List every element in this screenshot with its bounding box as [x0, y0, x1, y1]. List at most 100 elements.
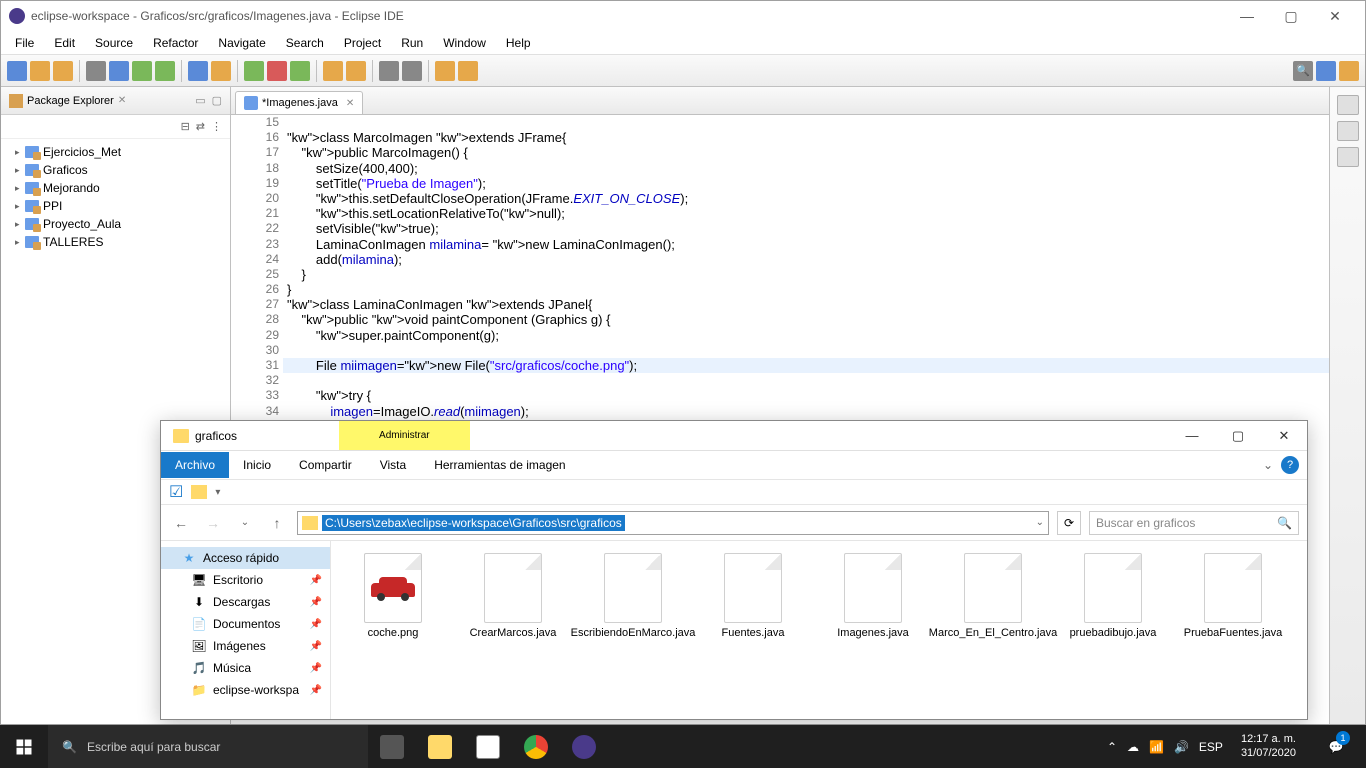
help-icon[interactable]: ? — [1281, 456, 1299, 474]
menu-navigate[interactable]: Navigate — [208, 34, 275, 52]
file-item[interactable]: Fuentes.java — [707, 553, 799, 639]
sidebar-item[interactable]: 🎵Música📌 — [161, 657, 330, 679]
new-icon[interactable] — [7, 61, 27, 81]
menu-search[interactable]: Search — [276, 34, 334, 52]
taskbar-chrome-icon[interactable] — [512, 725, 560, 768]
nav-forward-icon[interactable]: → — [201, 511, 225, 535]
search-icon[interactable] — [346, 61, 366, 81]
file-list[interactable]: coche.png CrearMarcos.java EscribiendoEnMa… — [331, 541, 1307, 719]
toggle-block-icon[interactable] — [402, 61, 422, 81]
file-item[interactable]: CrearMarcos.java — [467, 553, 559, 639]
taskbar-eclipse-icon[interactable] — [560, 725, 608, 768]
save-icon[interactable] — [30, 61, 50, 81]
external-tools-icon[interactable] — [290, 61, 310, 81]
debug-icon[interactable] — [109, 61, 129, 81]
tab-vista[interactable]: Vista — [366, 452, 420, 478]
maximize-button[interactable]: ▢ — [1269, 1, 1313, 31]
toggle-mark-icon[interactable] — [379, 61, 399, 81]
tray-wifi-icon[interactable]: 📶 — [1149, 740, 1164, 754]
ribbon-contextual-tab[interactable]: Administrar — [339, 421, 470, 450]
tab-archivo[interactable]: Archivo — [161, 452, 229, 478]
coverage-icon[interactable] — [155, 61, 175, 81]
back-icon[interactable] — [435, 61, 455, 81]
sidebar-item[interactable]: ⬇Descargas📌 — [161, 591, 330, 613]
tasks-icon[interactable] — [1337, 121, 1359, 141]
search-toolbar-icon[interactable]: 🔍 — [1293, 61, 1313, 81]
refresh-icon[interactable]: ⟳ — [1057, 511, 1081, 535]
project-proyecto_aula[interactable]: ▸Proyecto_Aula — [1, 215, 230, 233]
sidebar-item[interactable]: 📁eclipse-workspa📌 — [161, 679, 330, 701]
tray-onedrive-icon[interactable]: ☁ — [1127, 740, 1139, 754]
explorer-maximize-button[interactable]: ▢ — [1215, 421, 1261, 450]
folder-quick-icon[interactable] — [191, 485, 207, 499]
perspective-debug-icon[interactable] — [1339, 61, 1359, 81]
sidebar-item[interactable]: 🖥Escritorio📌 — [161, 569, 330, 591]
editor-tab-imagenes[interactable]: *Imagenes.java ✕ — [235, 91, 363, 114]
taskbar-store-icon[interactable] — [464, 725, 512, 768]
address-dropdown-icon[interactable]: ⌄ — [1036, 517, 1044, 528]
tray-volume-icon[interactable]: 🔊 — [1174, 740, 1189, 754]
menu-edit[interactable]: Edit — [44, 34, 85, 52]
forward-icon[interactable] — [458, 61, 478, 81]
close-tab-icon[interactable]: ✕ — [346, 98, 354, 109]
perspective-java-icon[interactable] — [1316, 61, 1336, 81]
properties-icon[interactable]: ☑ — [169, 482, 183, 502]
search-input[interactable]: Buscar en graficos 🔍 — [1089, 511, 1299, 535]
new-class-icon[interactable] — [188, 61, 208, 81]
open-task-icon[interactable] — [323, 61, 343, 81]
ribbon-collapse-icon[interactable]: ⌄ — [1263, 458, 1273, 472]
save-all-icon[interactable] — [53, 61, 73, 81]
nav-back-icon[interactable]: ← — [169, 511, 193, 535]
collapse-all-icon[interactable]: ⊟ — [181, 120, 190, 133]
sidebar-item[interactable]: 📄Documentos📌 — [161, 613, 330, 635]
menu-file[interactable]: File — [5, 34, 44, 52]
tab-inicio[interactable]: Inicio — [229, 452, 285, 478]
minimize-button[interactable]: — — [1225, 1, 1269, 31]
file-item[interactable]: pruebadibujo.java — [1067, 553, 1159, 639]
run-last-icon[interactable] — [244, 61, 264, 81]
file-item[interactable]: Imagenes.java — [827, 553, 919, 639]
project-ppi[interactable]: ▸PPI — [1, 197, 230, 215]
stop-icon[interactable] — [267, 61, 287, 81]
view-menu-icon[interactable]: ⋮ — [211, 120, 222, 133]
tab-herramientas[interactable]: Herramientas de imagen — [420, 452, 579, 478]
project-mejorando[interactable]: ▸Mejorando — [1, 179, 230, 197]
notification-icon[interactable]: 💬 1 — [1314, 725, 1358, 768]
close-button[interactable]: ✕ — [1313, 1, 1357, 31]
menu-window[interactable]: Window — [433, 34, 496, 52]
explorer-minimize-button[interactable]: — — [1169, 421, 1215, 450]
new-package-icon[interactable] — [211, 61, 231, 81]
problems-icon[interactable] — [1337, 147, 1359, 167]
tab-compartir[interactable]: Compartir — [285, 452, 366, 478]
open-type-icon[interactable] — [86, 61, 106, 81]
project-talleres[interactable]: ▸TALLERES — [1, 233, 230, 251]
file-item[interactable]: PruebaFuentes.java — [1187, 553, 1279, 639]
menu-refactor[interactable]: Refactor — [143, 34, 208, 52]
task-view-icon[interactable] — [368, 725, 416, 768]
file-item[interactable]: EscribiendoEnMarco.java — [587, 553, 679, 639]
menu-source[interactable]: Source — [85, 34, 143, 52]
minimize-view-icon[interactable]: ▭ — [195, 94, 205, 107]
file-item[interactable]: coche.png — [347, 553, 439, 639]
outline-icon[interactable] — [1337, 95, 1359, 115]
project-ejercicios_met[interactable]: ▸Ejercicios_Met — [1, 143, 230, 161]
sidebar-quick-access[interactable]: ★ Acceso rápido — [161, 547, 330, 569]
tray-overflow-icon[interactable]: ⌃ — [1107, 740, 1117, 754]
menu-help[interactable]: Help — [496, 34, 541, 52]
quick-dropdown-icon[interactable]: ▾ — [215, 487, 220, 498]
start-button[interactable] — [0, 725, 48, 768]
menu-run[interactable]: Run — [391, 34, 433, 52]
maximize-view-icon[interactable]: ▢ — [212, 94, 222, 107]
project-graficos[interactable]: ▸Graficos — [1, 161, 230, 179]
tray-language[interactable]: ESP — [1199, 740, 1223, 754]
link-editor-icon[interactable]: ⇄ — [196, 120, 205, 133]
file-item[interactable]: Marco_En_El_Centro.java — [947, 553, 1039, 639]
nav-up-icon[interactable]: ↑ — [265, 511, 289, 535]
taskbar-search[interactable]: 🔍 Escribe aquí para buscar — [48, 725, 368, 768]
address-bar[interactable]: C:\Users\zebax\eclipse-workspace\Grafico… — [297, 511, 1049, 535]
run-icon[interactable] — [132, 61, 152, 81]
taskbar-clock[interactable]: 12:17 a. m. 31/07/2020 — [1233, 733, 1304, 761]
explorer-close-button[interactable]: ✕ — [1261, 421, 1307, 450]
sidebar-item[interactable]: 🖼Imágenes📌 — [161, 635, 330, 657]
nav-recent-icon[interactable]: ⌄ — [233, 511, 257, 535]
